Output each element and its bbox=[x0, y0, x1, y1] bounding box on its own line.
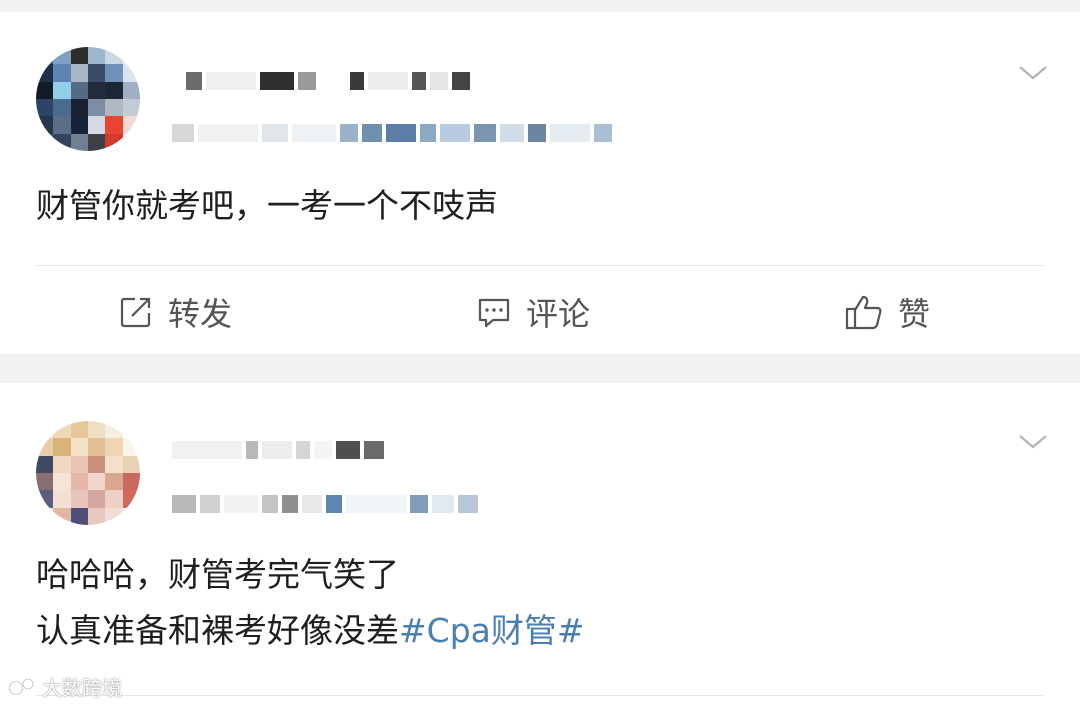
hashtag-link[interactable]: #Cpa财管# bbox=[399, 611, 585, 650]
username-blurred[interactable] bbox=[172, 435, 384, 465]
divider bbox=[36, 265, 1044, 266]
repost-button[interactable]: 转发 bbox=[118, 274, 232, 350]
post-card: 哈哈哈，财管考完气笑了 认真准备和裸考好像没差#Cpa财管# bbox=[0, 383, 1080, 707]
comment-button[interactable]: 评论 bbox=[476, 274, 590, 350]
repost-edit-icon bbox=[120, 297, 151, 328]
thumbs-up-icon bbox=[845, 295, 882, 330]
divider bbox=[36, 695, 1044, 696]
avatar[interactable] bbox=[36, 421, 140, 525]
repost-label: 转发 bbox=[168, 295, 233, 333]
username-blurred[interactable] bbox=[186, 66, 470, 96]
post-meta-blurred bbox=[172, 118, 612, 148]
like-button[interactable]: 赞 bbox=[844, 274, 930, 350]
avatar[interactable] bbox=[36, 47, 140, 151]
brand-logo-icon bbox=[8, 677, 35, 696]
post-card: 财管你就考吧，一考一个不吱声 转发 评论 赞 bbox=[0, 12, 1080, 354]
post-meta-blurred bbox=[172, 489, 478, 519]
post-text: 财管你就考吧，一考一个不吱声 bbox=[36, 178, 498, 234]
post-text-line: 哈哈哈，财管考完气笑了 bbox=[36, 555, 399, 594]
like-label: 赞 bbox=[898, 295, 931, 333]
post-text: 哈哈哈，财管考完气笑了 认真准备和裸考好像没差#Cpa财管# bbox=[36, 547, 585, 659]
post-text-line-with-hashtag: 认真准备和裸考好像没差#Cpa财管# bbox=[36, 603, 585, 659]
watermark-text: 大数跨境 bbox=[42, 676, 122, 700]
post-actions: 转发 评论 赞 bbox=[0, 274, 1080, 350]
weibo-feed: 财管你就考吧，一考一个不吱声 转发 评论 赞 哈哈哈，财管考完气笑了 认真准备和… bbox=[0, 0, 1080, 707]
chevron-down-icon[interactable] bbox=[1018, 431, 1048, 451]
comment-label: 评论 bbox=[526, 295, 591, 333]
post-text-line: 认真准备和裸考好像没差 bbox=[36, 611, 399, 650]
chevron-down-icon[interactable] bbox=[1018, 62, 1048, 82]
post-text-line: 财管你就考吧，一考一个不吱声 bbox=[36, 186, 498, 225]
comment-bubble-icon bbox=[478, 298, 510, 328]
watermark: 大数跨境 bbox=[8, 672, 122, 701]
